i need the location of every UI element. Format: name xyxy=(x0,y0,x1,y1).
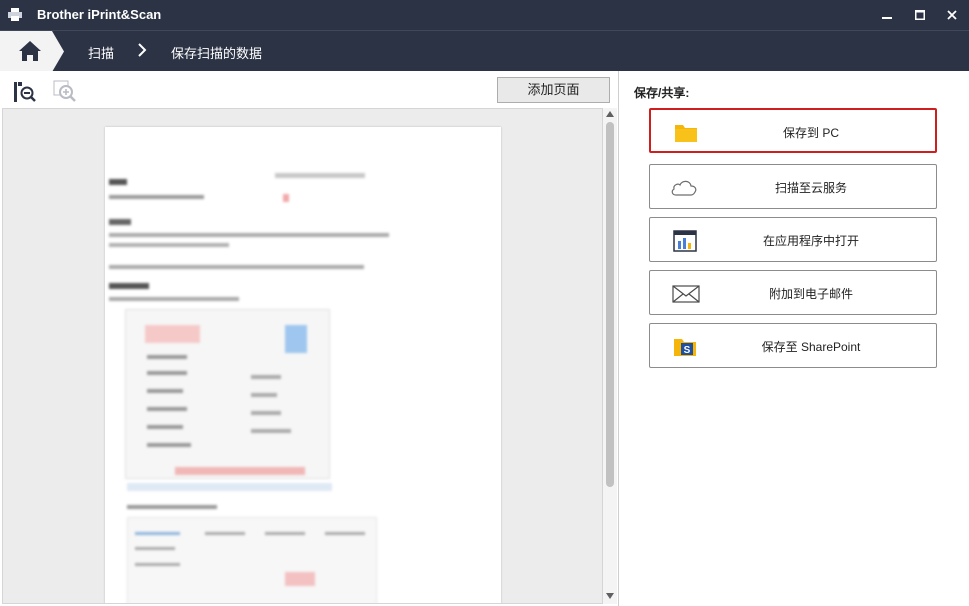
save-to-sharepoint-button[interactable]: S 保存至 SharePoint xyxy=(649,323,937,368)
scan-preview-area xyxy=(2,108,603,604)
scroll-thumb[interactable] xyxy=(606,122,614,487)
scroll-up-icon[interactable] xyxy=(606,111,614,117)
scan-to-cloud-button[interactable]: 扫描至云服务 xyxy=(649,164,937,209)
title-bar: Brother iPrint&Scan xyxy=(0,0,969,30)
action-label: 附加到电子邮件 xyxy=(768,287,853,301)
home-icon xyxy=(0,31,64,72)
close-button[interactable] xyxy=(941,5,963,25)
open-in-application-button[interactable]: 在应用程序中打开 xyxy=(649,217,937,262)
share-pane: 保存/共享: 保存到 PC 扫描至云服务 在应用程序中打开 附加到电子邮件 S … xyxy=(620,71,969,606)
save-share-label: 保存/共享: xyxy=(634,86,690,100)
preview-pane: 添加页面 xyxy=(0,71,619,606)
attach-to-email-button[interactable]: 附加到电子邮件 xyxy=(649,270,937,315)
close-icon xyxy=(947,10,957,20)
minimize-button[interactable] xyxy=(876,5,898,25)
action-label: 保存到 PC xyxy=(782,126,839,140)
action-label: 扫描至云服务 xyxy=(774,181,847,195)
zoom-in-icon[interactable] xyxy=(53,80,77,104)
home-button[interactable] xyxy=(0,31,66,72)
preview-scrollbar[interactable] xyxy=(603,108,617,604)
printer-app-icon xyxy=(8,8,22,21)
save-to-pc-button[interactable]: 保存到 PC xyxy=(649,108,937,153)
chevron-right-icon xyxy=(138,43,147,57)
scroll-down-icon[interactable] xyxy=(606,593,614,599)
maximize-button[interactable] xyxy=(909,5,931,25)
scanned-page-thumbnail xyxy=(105,127,501,603)
minimize-icon xyxy=(882,17,892,19)
breadcrumb-scan[interactable]: 扫描 xyxy=(88,43,114,62)
action-label: 在应用程序中打开 xyxy=(762,234,859,248)
fit-page-icon[interactable] xyxy=(12,80,36,104)
breadcrumb-save-scan-data: 保存扫描的数据 xyxy=(171,46,263,61)
maximize-icon xyxy=(915,10,925,20)
app-title: Brother iPrint&Scan xyxy=(37,7,162,22)
action-label: 保存至 SharePoint xyxy=(761,340,861,354)
add-page-button[interactable]: 添加页面 xyxy=(497,77,610,103)
breadcrumb: 扫描 保存扫描的数据 xyxy=(0,30,969,72)
